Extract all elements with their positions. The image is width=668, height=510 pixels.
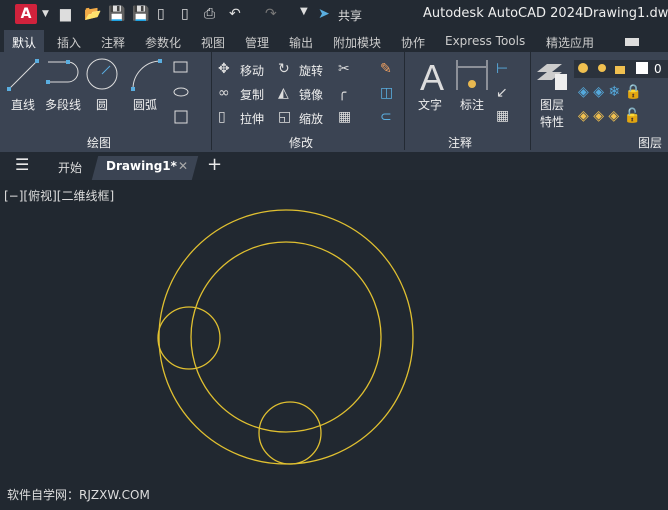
customize-icon[interactable]: ▼	[300, 6, 308, 17]
save-web-icon[interactable]: ▯	[181, 6, 189, 22]
menu-icon[interactable]: ☰	[15, 155, 29, 174]
dimension-button[interactable]: 标注	[460, 96, 484, 113]
drawing-tab[interactable]: Drawing1*	[106, 159, 177, 173]
rectangle-icon	[173, 61, 188, 73]
document-tabs: ☰ 开始 Drawing1* ✕ +	[0, 152, 668, 180]
array-icon: ▦	[338, 109, 352, 125]
layer-on-icon: ◈ ◈ ◈ 🔓	[578, 108, 642, 124]
leader-icon: ↙	[496, 85, 508, 101]
tab-view[interactable]: 视图	[201, 34, 225, 51]
save-as-icon[interactable]: 💾	[132, 6, 149, 22]
polyline-button[interactable]: 多段线	[45, 96, 81, 113]
drawing-canvas[interactable]	[0, 180, 668, 510]
copy-button[interactable]: 复制	[240, 86, 264, 103]
layers-panel-title[interactable]: 图层	[638, 134, 662, 151]
outer-circle	[158, 209, 414, 465]
hatch-icon	[174, 110, 188, 124]
circle-button[interactable]: 圆	[96, 96, 108, 113]
line-icon	[7, 59, 39, 91]
linear-dim-icon: ⊢	[496, 61, 509, 77]
tab-express-tools[interactable]: Express Tools	[445, 34, 525, 48]
text-icon: A	[420, 57, 444, 98]
ribbon-icons: A	[7, 57, 668, 124]
layer-properties-label-2[interactable]: 特性	[540, 113, 564, 130]
stretch-button[interactable]: 拉伸	[240, 110, 264, 127]
move-icon: ✥	[218, 61, 230, 77]
mirror-button[interactable]: 镜像	[299, 86, 323, 103]
line-button[interactable]: 直线	[11, 96, 35, 113]
watermark: 软件自学网：RJZXW.COM	[7, 488, 150, 502]
dimension-icon	[456, 60, 488, 90]
scale-button[interactable]: 缩放	[299, 110, 323, 127]
table-icon: ▦	[496, 108, 510, 124]
tab-featured-apps[interactable]: 精选应用	[546, 34, 594, 51]
ellipse-icon	[173, 87, 189, 97]
open-icon[interactable]: 📂	[84, 6, 101, 22]
app-title: Autodesk AutoCAD 2024	[423, 6, 584, 21]
layer-isolate-icon: ◈ ◈ ❄ 🔒	[578, 84, 643, 100]
tab-manage[interactable]: 管理	[245, 34, 269, 51]
left-small-circle	[157, 306, 221, 370]
copy-icon: ∞	[218, 85, 230, 101]
sun-icon	[598, 64, 606, 72]
scale-icon: ◱	[278, 109, 292, 125]
ribbon-tabs: 默认 插入 注释 参数化 视图 管理 输出 附加模块 协作 Express To…	[0, 30, 668, 52]
layer-color-swatch	[636, 62, 648, 74]
rotate-button[interactable]: 旋转	[299, 62, 323, 79]
layer-properties-label-1[interactable]: 图层	[540, 96, 564, 113]
share-button[interactable]: 共享	[338, 7, 362, 24]
redo-icon[interactable]: ↷	[265, 6, 277, 22]
tab-annotate[interactable]: 注释	[101, 34, 125, 51]
circle-icon	[86, 58, 118, 90]
text-button[interactable]: 文字	[418, 96, 442, 113]
arc-button[interactable]: 圆弧	[133, 96, 157, 113]
new-icon[interactable]: ▆	[60, 6, 71, 22]
tab-parametric[interactable]: 参数化	[145, 34, 181, 51]
offset-icon: ⊂	[380, 109, 392, 125]
unlock-icon	[615, 66, 625, 74]
start-tab[interactable]: 开始	[58, 159, 82, 176]
fillet-icon: ╭	[338, 85, 347, 101]
explode-icon: ◫	[380, 85, 394, 101]
tab-home[interactable]: 默认	[4, 30, 45, 52]
tab-addins[interactable]: 附加模块	[333, 34, 381, 51]
arc-icon	[131, 59, 162, 91]
close-tab-icon[interactable]: ✕	[178, 159, 188, 173]
mirror-icon: ◭	[278, 85, 289, 101]
current-layer-name[interactable]: 0	[654, 62, 662, 76]
new-tab-button[interactable]: +	[207, 154, 222, 175]
autocad-logo[interactable]: A	[15, 4, 37, 24]
move-button[interactable]: 移动	[240, 62, 264, 79]
share-icon[interactable]: ➤	[318, 6, 330, 22]
app-menu-arrow-icon[interactable]: ▼	[42, 9, 49, 19]
stretch-icon: ▯	[218, 109, 226, 125]
file-name: Drawing1.dwg	[583, 6, 668, 21]
tab-insert[interactable]: 插入	[57, 34, 81, 51]
polyline-icon	[46, 60, 79, 84]
open-web-icon[interactable]: ▯	[157, 6, 165, 22]
trim-icon: ✂	[338, 61, 350, 77]
erase-icon: ✎	[380, 61, 392, 77]
annotation-panel-title[interactable]: 注释	[448, 134, 472, 151]
title-bar: A ▼ ▆ 📂 💾 💾 ▯ ▯ ⎙ ↶ ↷ ▼ ➤ 共享 Autodesk Au…	[0, 0, 668, 30]
ribbon-minimize-icon[interactable]	[625, 38, 639, 46]
lightbulb-icon	[578, 63, 588, 73]
undo-icon[interactable]: ↶	[229, 6, 241, 22]
save-icon[interactable]: 💾	[108, 6, 125, 22]
tab-output[interactable]: 输出	[289, 34, 313, 51]
draw-panel-title[interactable]: 绘图	[87, 134, 111, 151]
layer-properties-icon	[537, 64, 567, 90]
bottom-small-circle	[258, 401, 322, 465]
plot-icon[interactable]: ⎙	[204, 6, 215, 22]
tab-collaborate[interactable]: 协作	[401, 34, 425, 51]
modify-panel-title[interactable]: 修改	[289, 134, 313, 151]
rotate-icon: ↻	[278, 61, 290, 77]
